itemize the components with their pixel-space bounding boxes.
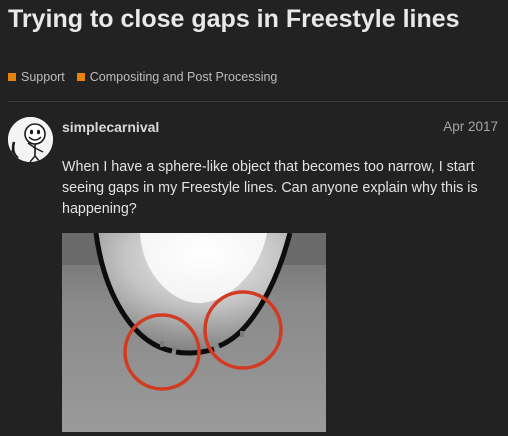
category-badge-support[interactable]: Support xyxy=(8,70,65,84)
category-color-swatch xyxy=(76,73,85,81)
header-divider xyxy=(8,101,508,102)
post-author[interactable]: simplecarnival xyxy=(62,119,159,135)
category-label: Support xyxy=(21,70,65,84)
category-color-swatch xyxy=(8,73,16,81)
post-body: When I have a sphere-like object that be… xyxy=(62,159,478,217)
render-with-gaps-image-icon xyxy=(62,233,326,432)
category-badge-compositing[interactable]: Compositing and Post Processing xyxy=(76,70,278,84)
category-label: Compositing and Post Processing xyxy=(89,70,278,84)
cartoon-face-avatar-icon xyxy=(8,117,53,162)
post-date[interactable]: Apr 2017 xyxy=(443,119,498,134)
avatar[interactable] xyxy=(8,117,53,162)
post-image[interactable] xyxy=(62,233,326,432)
topic-title[interactable]: Trying to close gaps in Freestyle lines xyxy=(8,4,488,35)
category-list: Support Compositing and Post Processing xyxy=(8,70,289,84)
